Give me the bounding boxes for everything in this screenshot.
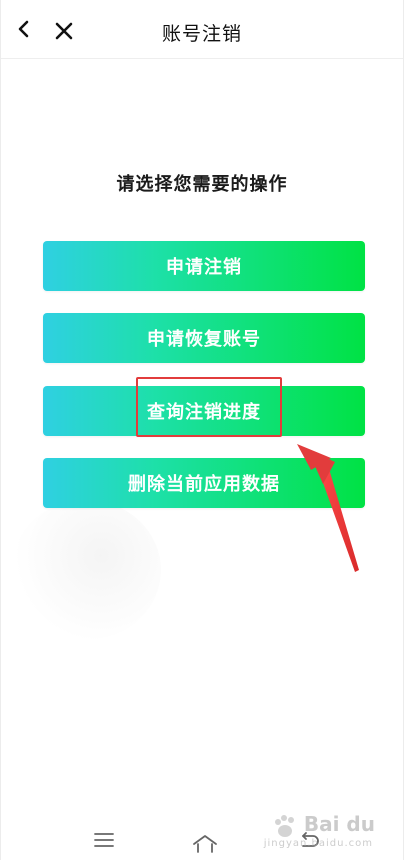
background-decoration <box>11 500 161 640</box>
app-screen: 账号注销 请选择您需要的操作 申请注销 申请恢复账号 查询注销进度 删除当前应用… <box>0 0 404 860</box>
menu-icon <box>94 833 114 847</box>
delete-app-data-button[interactable]: 删除当前应用数据 <box>43 458 365 508</box>
header-bar: 账号注销 <box>1 0 403 59</box>
operation-prompt: 请选择您需要的操作 <box>116 174 288 195</box>
home-button[interactable] <box>191 830 219 854</box>
page-title: 账号注销 <box>161 23 242 45</box>
watermark-paw-icon <box>275 815 294 837</box>
watermark-brand: Bai du <box>303 812 375 836</box>
annotation-highlight-box <box>136 377 282 437</box>
restore-account-button[interactable]: 申请恢复账号 <box>43 313 365 363</box>
menu-button[interactable] <box>91 830 117 850</box>
home-icon <box>193 835 217 853</box>
watermark-url: jingyan.baidu.com <box>263 838 373 849</box>
apply-cancel-button[interactable]: 申请注销 <box>43 241 365 291</box>
